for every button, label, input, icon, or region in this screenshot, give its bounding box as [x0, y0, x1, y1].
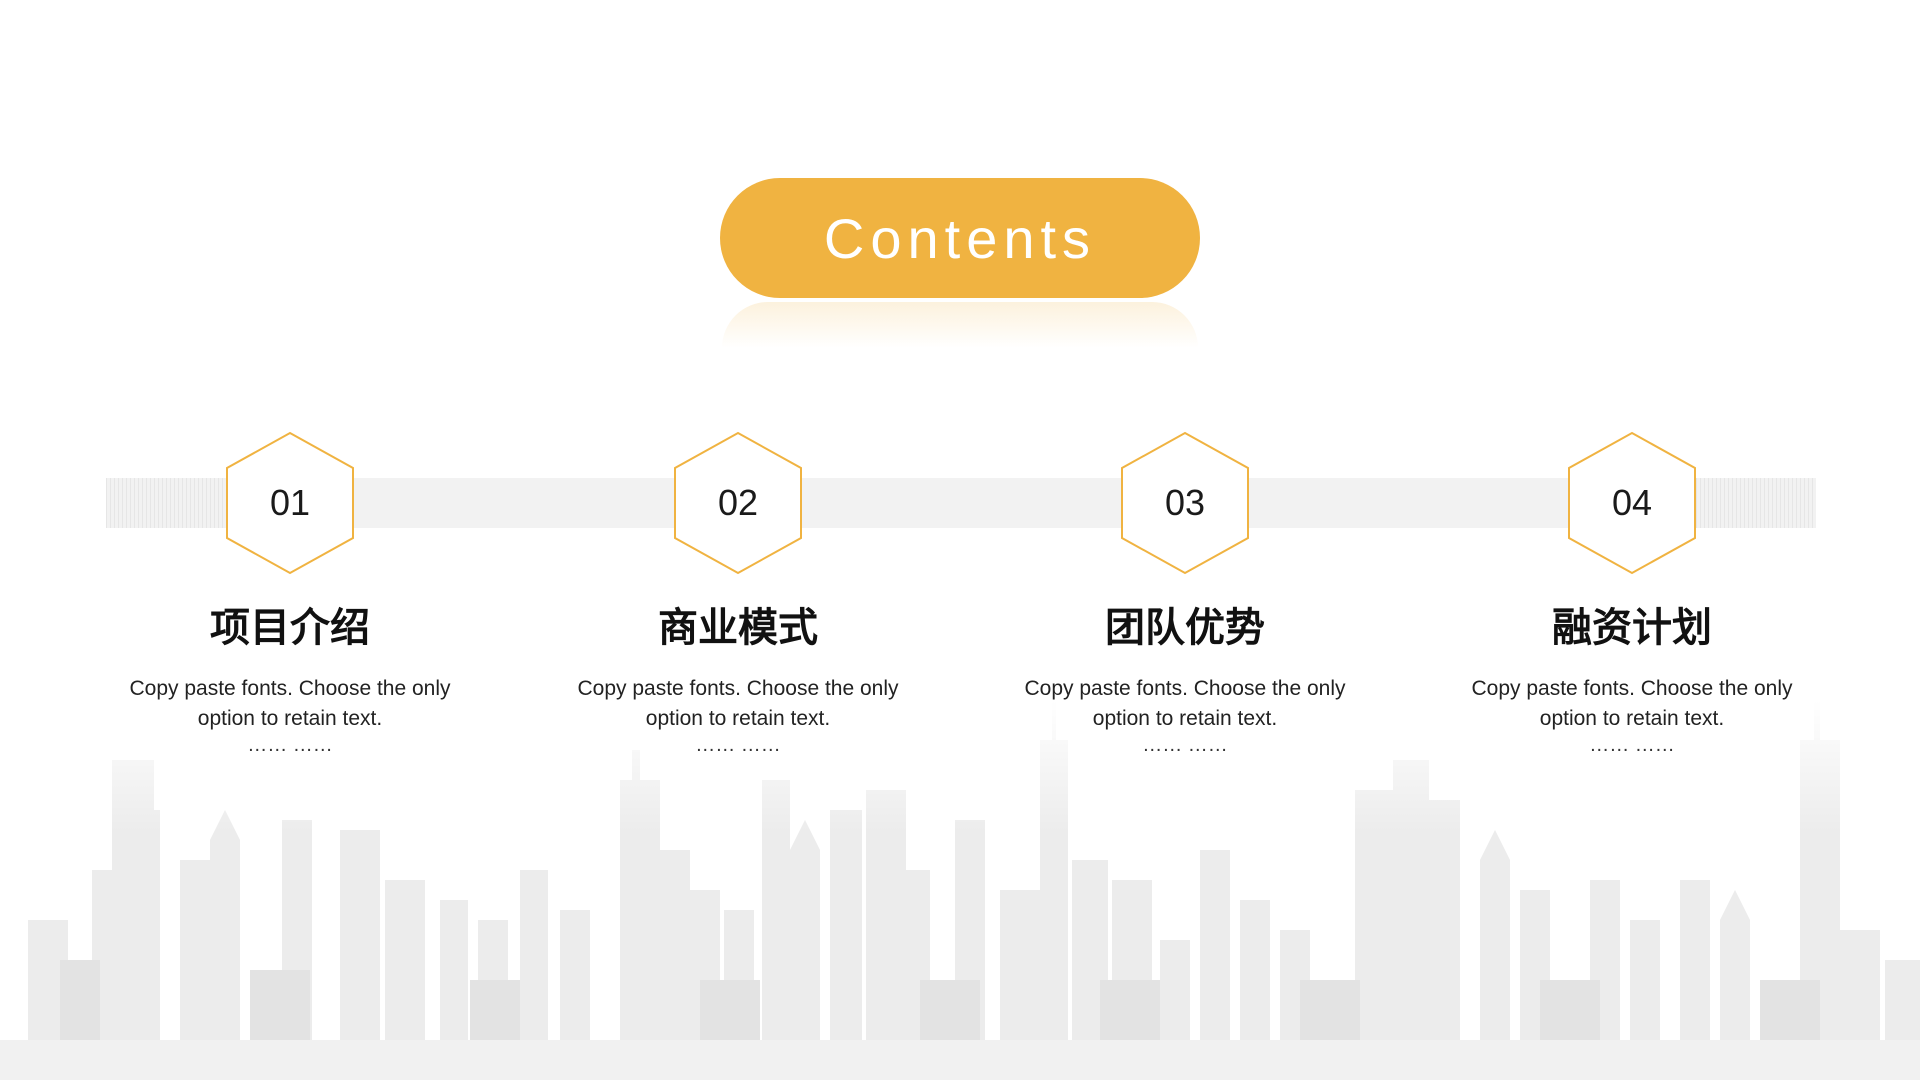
item-description-line-2: option to retain text. — [1539, 707, 1725, 730]
contents-slide: Contents 01 项目介绍 Copy paste fonts. Choos… — [0, 0, 1920, 1080]
contents-item-1: 01 项目介绍 Copy paste fonts. Choose the onl… — [110, 430, 470, 756]
item-number: 04 — [1611, 482, 1653, 523]
item-description-line-2: option to retain text. — [197, 707, 383, 730]
contents-item-4: 04 融资计划 Copy paste fonts. Choose the onl… — [1452, 430, 1812, 756]
item-number: 02 — [717, 482, 759, 523]
hexagon-outline-icon: 04 — [1566, 430, 1698, 576]
hexagon-outline-icon: 03 — [1119, 430, 1251, 576]
item-title: 商业模式 — [658, 605, 818, 651]
item-title: 团队优势 — [1105, 605, 1265, 651]
contents-item-3: 03 团队优势 Copy paste fonts. Choose the onl… — [1005, 430, 1365, 756]
item-number: 01 — [269, 482, 311, 523]
item-description-line-2: option to retain text. — [645, 707, 831, 730]
contents-title-pill: Contents — [720, 178, 1200, 298]
slide-title: Contents — [823, 206, 1097, 270]
title-reflection — [722, 302, 1198, 348]
item-description-line-1: Copy paste fonts. Choose the only — [1024, 677, 1346, 700]
item-title: 项目介绍 — [210, 605, 370, 651]
item-description-line-1: Copy paste fonts. Choose the only — [1471, 677, 1793, 700]
item-ellipsis: …… …… — [695, 734, 781, 756]
hexagon-outline-icon: 02 — [672, 430, 804, 576]
hexagon-outline-icon: 01 — [224, 430, 356, 576]
item-description-line-1: Copy paste fonts. Choose the only — [577, 677, 899, 700]
item-description-line-1: Copy paste fonts. Choose the only — [129, 677, 451, 700]
item-title: 融资计划 — [1552, 605, 1712, 651]
item-number: 03 — [1164, 482, 1206, 523]
item-description-line-2: option to retain text. — [1092, 707, 1278, 730]
item-ellipsis: …… …… — [1589, 734, 1675, 756]
item-ellipsis: …… …… — [1142, 734, 1228, 756]
city-skyline-icon — [0, 700, 1920, 1080]
contents-item-2: 02 商业模式 Copy paste fonts. Choose the onl… — [558, 430, 918, 756]
item-ellipsis: …… …… — [247, 734, 333, 756]
